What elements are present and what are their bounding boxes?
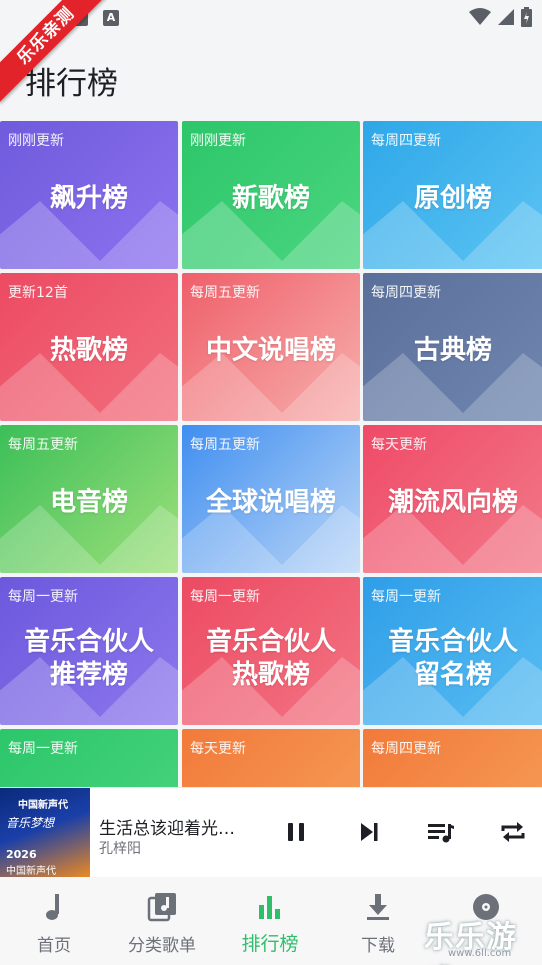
chart-card[interactable]: 刚刚更新飙升榜 <box>0 121 178 269</box>
cover-text-year: 2026 <box>6 848 37 861</box>
song-title[interactable]: 生活总该迎着光… <box>99 814 259 839</box>
chart-card[interactable]: 更新12首热歌榜 <box>0 273 178 421</box>
cover-text-bottom: 中国新声代 <box>6 866 56 877</box>
tab-home[interactable]: 首页 <box>0 877 108 965</box>
chart-card[interactable]: 每周四更新原创榜 <box>363 121 542 269</box>
chart-card[interactable]: 每周一更新音乐合伙人 <box>0 729 178 787</box>
chart-card[interactable]: 每周四更新古典榜 <box>363 273 542 421</box>
card-update-label: 更新12首 <box>8 285 68 301</box>
card-update-label: 每周四更新 <box>371 741 441 757</box>
card-update-label: 每周五更新 <box>190 437 260 453</box>
playlist-icon[interactable] <box>427 818 455 846</box>
card-title: 原创榜 <box>413 183 492 214</box>
site-watermark-url: www.6ll.com <box>448 948 512 959</box>
download-icon <box>367 894 389 920</box>
card-title: 全球说唱榜 <box>205 487 336 518</box>
pause-icon[interactable] <box>282 818 310 846</box>
cover-text-mid: 音乐梦想 <box>6 816 55 830</box>
card-update-label: 每周一更新 <box>8 741 78 757</box>
album-icon <box>147 893 176 922</box>
repeat-icon[interactable] <box>499 818 527 846</box>
card-title: 音乐合伙人 推荐榜 <box>23 626 154 690</box>
signal-icon <box>498 9 514 25</box>
chart-card[interactable]: 每周五更新全球说唱榜 <box>182 425 360 573</box>
tab-charts[interactable]: 排行榜 <box>216 877 324 965</box>
card-title: 古典榜 <box>413 335 492 366</box>
card-update-label: 每周四更新 <box>371 133 441 149</box>
status-icons <box>469 6 532 28</box>
card-title: 电音榜 <box>49 487 128 518</box>
wifi-icon <box>469 8 491 25</box>
card-title: 飙升榜 <box>49 183 128 214</box>
chart-card[interactable]: 每周四更新音乐合伙人 <box>363 729 542 787</box>
tab-categories[interactable]: 分类歌单 <box>108 877 216 965</box>
chart-grid: 刚刚更新 飙升榜 刚刚更新 新歌榜 每周四更新 原创榜 更新12首 热歌榜 每周五更新 中文说唱榜… <box>0 121 542 787</box>
chart-card[interactable]: 每周一更新音乐合伙人 推荐榜 <box>0 577 178 725</box>
card-update-label: 每周五更新 <box>190 285 260 301</box>
card-title: 中文说唱榜 <box>205 335 336 366</box>
card-update-label: 每天更新 <box>371 437 427 453</box>
music-note-icon <box>46 894 59 920</box>
card-update-label: 每周一更新 <box>190 589 260 605</box>
page-title: 排行榜 <box>25 66 118 102</box>
chart-card[interactable]: 每周五更新中文说唱榜 <box>182 273 360 421</box>
card-title: 热歌榜 <box>49 335 128 366</box>
card-update-label: 每周一更新 <box>8 589 78 605</box>
tab-download-label: 下载 <box>361 936 395 956</box>
chart-card[interactable]: 每天更新潮流风向榜 <box>363 425 542 573</box>
song-artist: 孔梓阳 <box>99 841 141 857</box>
tab-home-label: 首页 <box>37 936 71 956</box>
card-update-label: 每天更新 <box>190 741 246 757</box>
tab-charts-label: 排行榜 <box>241 933 299 955</box>
card-title: 潮流风向榜 <box>387 487 518 518</box>
card-title: 新歌榜 <box>231 183 310 214</box>
next-icon[interactable] <box>355 818 383 846</box>
card-update-label: 刚刚更新 <box>190 133 246 149</box>
mini-player[interactable]: 中国新声代 音乐梦想 2026 中国新声代 生活总该迎着光… 孔梓阳 <box>0 787 542 878</box>
card-update-label: 每周一更新 <box>371 589 441 605</box>
chart-card[interactable]: 刚刚更新新歌榜 <box>182 121 360 269</box>
card-update-label: 刚刚更新 <box>8 133 64 149</box>
chart-icon <box>259 896 280 919</box>
chart-card[interactable]: 每天更新音乐合伙人 <box>182 729 360 787</box>
card-title: 音乐合伙人 热歌榜 <box>205 626 336 690</box>
card-title: 音乐合伙人 留名榜 <box>387 626 518 690</box>
battery-icon <box>521 7 532 27</box>
tab-categories-label: 分类歌单 <box>128 936 196 956</box>
tab-download[interactable]: 下载 <box>324 877 432 965</box>
cover-text-top: 中国新声代 <box>18 800 68 811</box>
chart-card[interactable]: 每周一更新音乐合伙人 留名榜 <box>363 577 542 725</box>
keyboard-badge-icon: A <box>103 10 119 26</box>
card-update-label: 每周五更新 <box>8 437 78 453</box>
chart-card[interactable]: 每周五更新电音榜 <box>0 425 178 573</box>
album-cover[interactable]: 中国新声代 音乐梦想 2026 中国新声代 <box>0 788 90 878</box>
chart-card[interactable]: 每周一更新音乐合伙人 热歌榜 <box>182 577 360 725</box>
card-update-label: 每周四更新 <box>371 285 441 301</box>
